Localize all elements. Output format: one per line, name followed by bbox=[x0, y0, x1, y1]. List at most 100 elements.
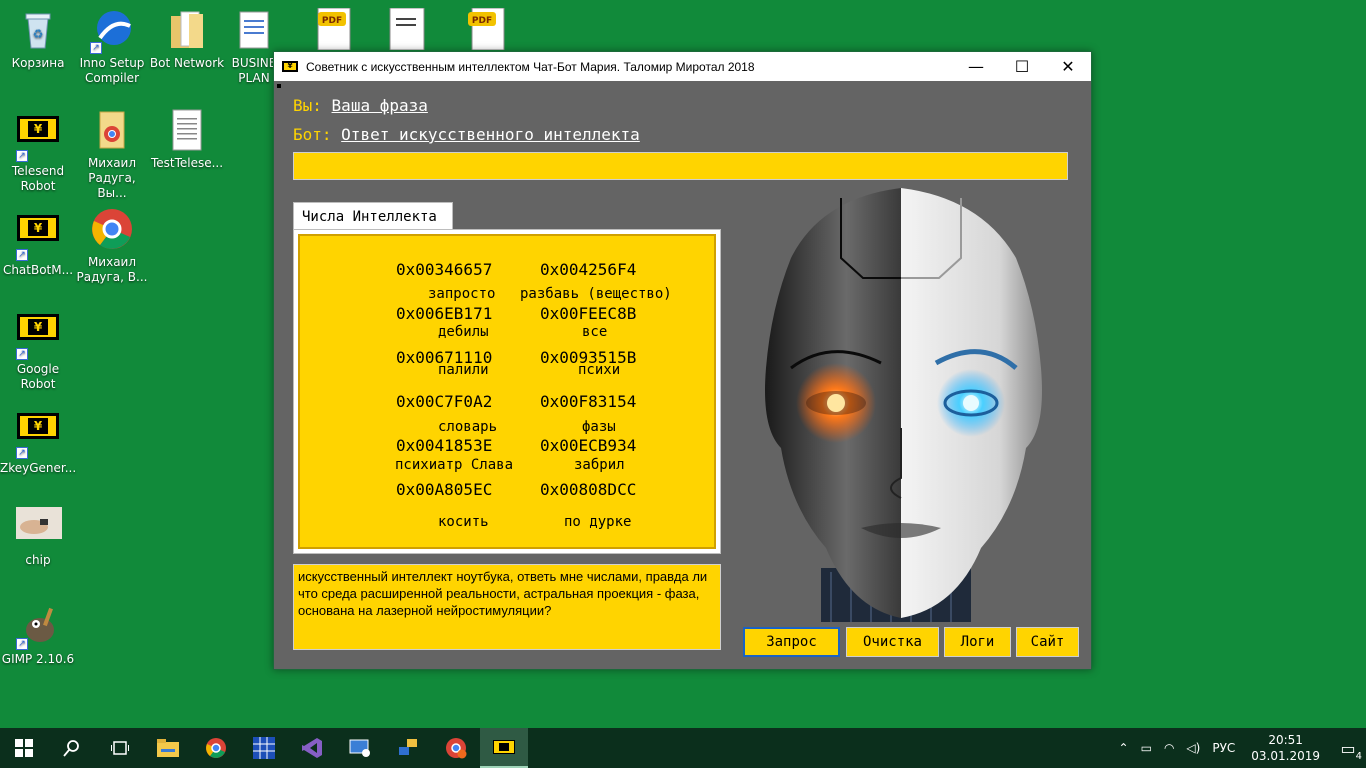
pdf-file-icon[interactable]: PDF bbox=[312, 7, 356, 51]
inno-setup-icon: ↗ bbox=[90, 8, 134, 54]
taskbar-explorer[interactable] bbox=[144, 728, 192, 768]
you-label: Вы: bbox=[293, 96, 322, 115]
close-button[interactable]: ✕ bbox=[1045, 52, 1091, 81]
query-button[interactable]: Запрос bbox=[743, 627, 840, 657]
desktop-icon-zkeygener[interactable]: ¥ ↗ ZkeyGener... bbox=[0, 405, 76, 476]
svg-text:PDF: PDF bbox=[322, 16, 342, 26]
search-button[interactable] bbox=[48, 728, 96, 768]
clear-button[interactable]: Очистка bbox=[846, 627, 939, 657]
search-icon bbox=[63, 740, 79, 757]
taskbar-chrome-user[interactable] bbox=[432, 728, 480, 768]
numbers-grid: 0x00346657 0x004256F4 запросто разбавь (… bbox=[298, 234, 716, 549]
grid-number: 0x00346657 bbox=[396, 260, 493, 279]
desktop-icon-google-robot[interactable]: ¥ ↗ Google Robot bbox=[0, 306, 76, 392]
desktop-icon-telesend-robot[interactable]: ¥ ↗ Telesend Robot bbox=[0, 108, 76, 194]
grid-word: дебилы bbox=[438, 324, 489, 340]
grid-word: разбавь (вещество) bbox=[520, 286, 672, 302]
robot-face-image bbox=[751, 188, 1056, 622]
yen-app-icon: ¥ ↗ bbox=[16, 413, 60, 459]
chevron-up-icon[interactable]: ⌃ bbox=[1119, 741, 1129, 755]
desktop-icon-mikhail-raduga-chrome[interactable]: Михаил Радуга, В... bbox=[74, 207, 150, 285]
grid-word: фазы bbox=[582, 419, 616, 435]
document-icon bbox=[232, 8, 276, 52]
desktop-icon-chatbotm[interactable]: ¥ ↗ ChatBotM... bbox=[0, 207, 76, 278]
svg-text:♻: ♻ bbox=[33, 27, 44, 41]
you-row: Вы: Ваша фраза bbox=[293, 96, 428, 115]
document-file-icon[interactable] bbox=[388, 7, 432, 51]
grid-number: 0x006EB171 bbox=[396, 304, 493, 323]
grid-number: 0x00808DCC bbox=[540, 480, 637, 499]
shortcut-arrow-icon: ↗ bbox=[16, 249, 28, 261]
desktop-icon-label: Михаил Радуга, Вы... bbox=[87, 156, 137, 200]
maximize-button[interactable]: ☐ bbox=[999, 52, 1045, 81]
tab-intellect-numbers[interactable]: Числа Интеллекта bbox=[293, 202, 453, 230]
desktop-icon-mikhail-raduga-folder[interactable]: Михаил Радуга, Вы... bbox=[74, 108, 150, 201]
shortcut-arrow-icon: ↗ bbox=[90, 42, 102, 54]
desktop-icon-label: Telesend Robot bbox=[11, 164, 65, 193]
taskbar-remote[interactable] bbox=[336, 728, 384, 768]
grid-number: 0x00FEEC8B bbox=[540, 304, 637, 323]
start-button[interactable] bbox=[0, 728, 48, 768]
battery-icon[interactable]: ▭ bbox=[1141, 741, 1152, 755]
grid-word: запросто bbox=[428, 286, 496, 302]
grid-word: психиатр Слава bbox=[395, 457, 514, 473]
desktop-icon-inno-setup[interactable]: ↗ Inno Setup Compiler bbox=[74, 8, 150, 86]
bot-answer-link[interactable]: Ответ искусственного интеллекта bbox=[341, 125, 640, 144]
action-center-button[interactable]: ▭ 4 bbox=[1330, 728, 1366, 768]
taskbar-chrome[interactable] bbox=[192, 728, 240, 768]
minimize-button[interactable]: — bbox=[953, 52, 999, 81]
calculator-grid-icon bbox=[253, 737, 275, 759]
pdf-file-icon[interactable]: PDF bbox=[466, 7, 510, 51]
clock[interactable]: 20:51 03.01.2019 bbox=[1251, 732, 1320, 764]
gimp-icon: ↗ bbox=[16, 604, 60, 650]
desktop-icon-label: Михаил Радуга, В... bbox=[76, 255, 148, 284]
response-field[interactable] bbox=[293, 152, 1068, 180]
bot-label: Бот: bbox=[293, 125, 332, 144]
grid-word: забрил bbox=[574, 457, 625, 473]
yen-app-icon: ¥ ↗ bbox=[16, 215, 60, 261]
logs-button[interactable]: Логи bbox=[944, 627, 1011, 657]
taskbar-network-tool[interactable] bbox=[384, 728, 432, 768]
you-phrase-link[interactable]: Ваша фраза bbox=[332, 96, 428, 115]
window-title: Советник с искусственным интеллектом Чат… bbox=[306, 59, 755, 74]
remote-desktop-icon bbox=[349, 739, 370, 757]
text-file-icon bbox=[165, 108, 209, 152]
clock-time: 20:51 bbox=[1268, 733, 1303, 747]
language-indicator[interactable]: РУС bbox=[1212, 741, 1235, 755]
grid-word: косить bbox=[438, 514, 489, 530]
volume-icon[interactable]: ◁) bbox=[1186, 741, 1200, 755]
shortcut-arrow-icon: ↗ bbox=[16, 638, 28, 650]
desktop-icon-label: ZkeyGener... bbox=[0, 461, 77, 475]
desktop-icon-bot-network[interactable]: Bot Network bbox=[149, 8, 225, 71]
folder-icon bbox=[165, 8, 209, 52]
visual-studio-icon bbox=[302, 738, 322, 758]
desktop-icon-recycle-bin[interactable]: ♻ Корзина bbox=[0, 8, 76, 71]
bot-row: Бот: Ответ искусственного интеллекта bbox=[293, 125, 640, 144]
notification-icon: ▭ bbox=[1340, 738, 1356, 758]
taskbar-visual-studio[interactable] bbox=[288, 728, 336, 768]
desktop-icon-testtelese[interactable]: TestTelese... bbox=[149, 108, 225, 171]
yen-app-icon bbox=[493, 740, 515, 754]
intellect-numbers-panel: 0x00346657 0x004256F4 запросто разбавь (… bbox=[293, 229, 721, 554]
clock-date: 03.01.2019 bbox=[1251, 749, 1320, 763]
window-titlebar[interactable]: ¥ Советник с искусственным интеллектом Ч… bbox=[274, 52, 1091, 81]
wifi-icon[interactable]: ◠ bbox=[1164, 741, 1174, 755]
task-view-icon bbox=[111, 741, 129, 755]
grid-word: психи bbox=[578, 362, 621, 378]
file-explorer-icon bbox=[157, 739, 179, 757]
yen-app-icon: ¥ ↗ bbox=[16, 116, 60, 162]
taskbar-app-blue[interactable] bbox=[240, 728, 288, 768]
desktop-icon-label: GIMP 2.10.6 bbox=[1, 652, 75, 666]
grid-word: все bbox=[582, 324, 608, 340]
desktop-icon-label: Bot Network bbox=[149, 56, 225, 70]
taskbar-chatbot[interactable] bbox=[480, 728, 528, 768]
desktop-icon-chip[interactable]: chip bbox=[0, 505, 76, 568]
shortcut-arrow-icon: ↗ bbox=[16, 348, 28, 360]
desktop-icon-gimp[interactable]: ↗ GIMP 2.10.6 bbox=[0, 604, 76, 667]
query-textarea[interactable]: искусственный интеллект ноутбука, ответь… bbox=[293, 564, 721, 650]
grid-number: 0x00A805EC bbox=[396, 480, 493, 499]
task-view-button[interactable] bbox=[96, 728, 144, 768]
grid-word: по дурке bbox=[564, 514, 632, 530]
site-button[interactable]: Сайт bbox=[1016, 627, 1079, 657]
shortcut-arrow-icon: ↗ bbox=[16, 150, 28, 162]
